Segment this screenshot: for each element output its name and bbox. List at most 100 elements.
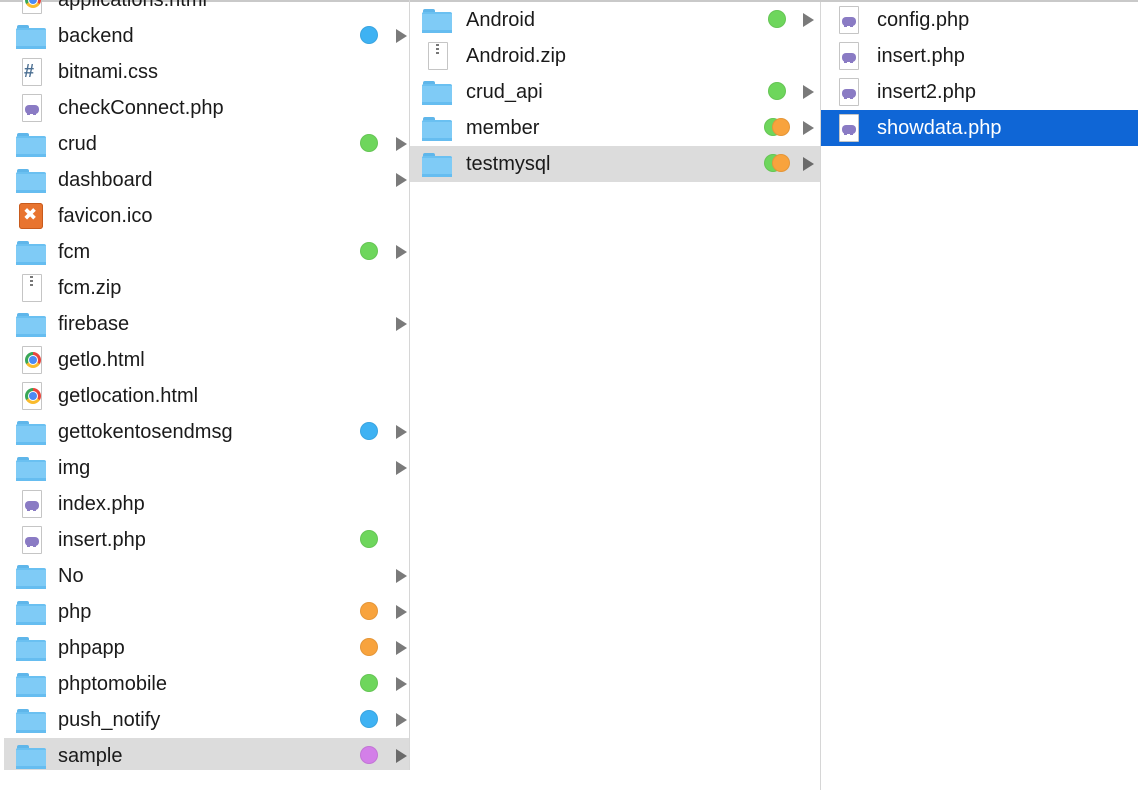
zip-file-icon: [16, 274, 46, 302]
tag-blue-dot: [360, 710, 378, 728]
folder-row-member[interactable]: member: [410, 110, 820, 146]
file-row-favicon-ico[interactable]: favicon.ico: [4, 198, 409, 234]
tag-green-dot: [768, 10, 786, 28]
folder-row-no[interactable]: No: [4, 558, 409, 594]
item-name: insert.php: [58, 529, 146, 551]
disclosure-arrow-icon[interactable]: [396, 713, 407, 727]
tag-orange-dot: [360, 638, 378, 656]
disclosure-arrow-icon[interactable]: [396, 569, 407, 583]
file-row-config-php[interactable]: config.php: [821, 2, 1138, 38]
disclosure-arrow-icon[interactable]: [396, 245, 407, 259]
item-name: favicon.ico: [58, 205, 153, 227]
item-name: crud_api: [466, 81, 543, 103]
column-2[interactable]: Android Android.zip crud_apimember testmysq…: [410, 2, 821, 790]
item-name: No: [58, 565, 84, 587]
folder-icon: [16, 22, 46, 50]
item-name: getlo.html: [58, 349, 145, 371]
disclosure-arrow-icon[interactable]: [396, 29, 407, 43]
folder-row-crud[interactable]: crud: [4, 126, 409, 162]
tag-green-dot: [360, 134, 378, 152]
php-file-icon: [16, 94, 46, 122]
folder-icon: [16, 310, 46, 338]
disclosure-arrow-icon[interactable]: [396, 173, 407, 187]
php-file-icon: [833, 6, 863, 34]
tag-purple-dot: [360, 746, 378, 764]
tag-green-dot: [360, 530, 378, 548]
chrome-html-icon: [16, 346, 46, 374]
folder-icon: [16, 670, 46, 698]
item-name: sample: [58, 745, 123, 767]
disclosure-arrow-icon[interactable]: [396, 749, 407, 763]
file-row-checkconnect-php[interactable]: checkConnect.php: [4, 90, 409, 126]
folder-row-firebase[interactable]: firebase: [4, 306, 409, 342]
folder-icon: [16, 706, 46, 734]
item-name: checkConnect.php: [58, 97, 224, 119]
folder-row-gettokentosendmsg[interactable]: gettokentosendmsg: [4, 414, 409, 450]
file-row-insert2-php[interactable]: insert2.php: [821, 74, 1138, 110]
file-row-insert-php[interactable]: insert.php: [821, 38, 1138, 74]
disclosure-arrow-icon[interactable]: [803, 121, 814, 135]
folder-icon: [16, 562, 46, 590]
folder-row-php[interactable]: php: [4, 594, 409, 630]
folder-row-sample[interactable]: sample: [4, 738, 409, 770]
folder-icon: [16, 598, 46, 626]
item-name: dashboard: [58, 169, 153, 191]
folder-row-crud-api[interactable]: crud_api: [410, 74, 820, 110]
folder-icon: [16, 742, 46, 770]
file-row-index-php[interactable]: index.php: [4, 486, 409, 522]
tag-green-dot: [360, 674, 378, 692]
item-name: phpapp: [58, 637, 125, 659]
item-name: Android.zip: [466, 45, 567, 67]
disclosure-arrow-icon[interactable]: [396, 137, 407, 151]
item-name: img: [58, 457, 91, 479]
tag-green-dot: [768, 82, 786, 100]
disclosure-arrow-icon[interactable]: [803, 157, 814, 171]
tag-blue-dot: [360, 422, 378, 440]
file-row-showdata-php[interactable]: showdata.php: [821, 110, 1138, 146]
item-name: testmysql: [466, 153, 551, 175]
folder-row-android[interactable]: Android: [410, 2, 820, 38]
item-name: backend: [58, 25, 134, 47]
folder-row-testmysql[interactable]: testmysql: [410, 146, 820, 182]
disclosure-arrow-icon[interactable]: [396, 605, 407, 619]
chrome-html-icon: [16, 382, 46, 410]
folder-row-dashboard[interactable]: dashboard: [4, 162, 409, 198]
disclosure-arrow-icon[interactable]: [803, 13, 814, 27]
tag-green-dot: [360, 242, 378, 260]
column-3[interactable]: config.php insert.php insert2.php showdata.…: [821, 2, 1138, 790]
disclosure-arrow-icon[interactable]: [396, 461, 407, 475]
finder-column-view: applications.html backend # bitnami.css chec…: [0, 0, 1138, 790]
item-name: member: [466, 117, 540, 139]
disclosure-arrow-icon[interactable]: [396, 425, 407, 439]
folder-icon: [16, 166, 46, 194]
php-file-icon: [833, 78, 863, 106]
file-row-bitnami-css[interactable]: # bitnami.css: [4, 54, 409, 90]
file-row-getlo-html[interactable]: getlo.html: [4, 342, 409, 378]
disclosure-arrow-icon[interactable]: [396, 641, 407, 655]
php-file-icon: [833, 114, 863, 142]
disclosure-arrow-icon[interactable]: [803, 85, 814, 99]
file-row-android-zip[interactable]: Android.zip: [410, 38, 820, 74]
item-name: insert2.php: [877, 81, 976, 103]
xampp-ico-icon: [16, 202, 46, 230]
folder-row-backend[interactable]: backend: [4, 18, 409, 54]
item-name: applications.html: [58, 0, 207, 11]
file-row-getlocation-html[interactable]: getlocation.html: [4, 378, 409, 414]
column-1[interactable]: applications.html backend # bitnami.css chec…: [0, 0, 410, 770]
folder-row-fcm[interactable]: fcm: [4, 234, 409, 270]
folder-row-phptomobile[interactable]: phptomobile: [4, 666, 409, 702]
folder-icon: [16, 418, 46, 446]
file-row-fcm-zip[interactable]: fcm.zip: [4, 270, 409, 306]
disclosure-arrow-icon[interactable]: [396, 677, 407, 691]
folder-row-img[interactable]: img: [4, 450, 409, 486]
php-file-icon: [16, 490, 46, 518]
file-row-insert-php[interactable]: insert.php: [4, 522, 409, 558]
folder-row-phpapp[interactable]: phpapp: [4, 630, 409, 666]
disclosure-arrow-icon[interactable]: [396, 317, 407, 331]
tag-blue-dot: [360, 26, 378, 44]
item-name: push_notify: [58, 709, 161, 731]
folder-row-push-notify[interactable]: push_notify: [4, 702, 409, 738]
tag-orange-dot: [772, 154, 790, 172]
folder-icon: [422, 114, 452, 142]
file-row-applications-html[interactable]: applications.html: [4, 0, 409, 18]
